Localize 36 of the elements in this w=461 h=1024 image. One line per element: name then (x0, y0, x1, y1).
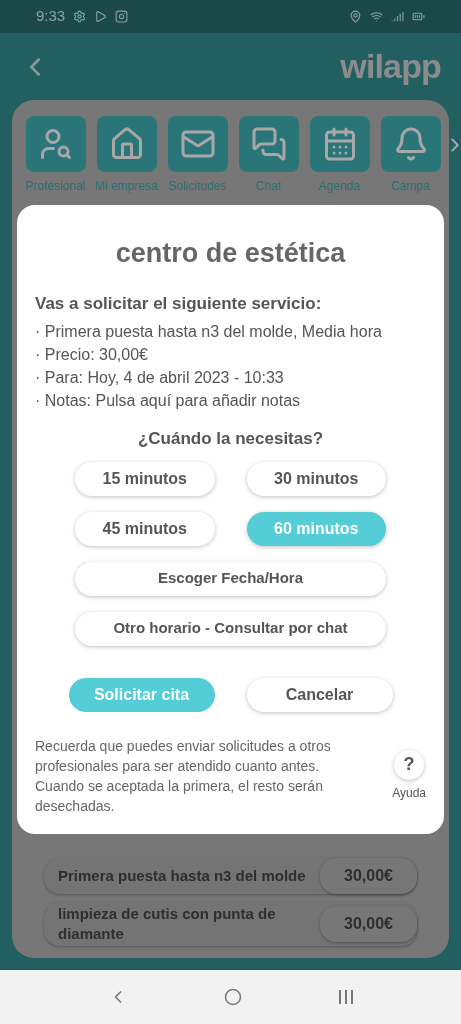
camera-icon (115, 10, 129, 23)
schedule-option[interactable]: Otro horario - Consultar por chat (75, 611, 386, 646)
question-label: ¿Cuándo la necesitas? (136, 428, 325, 450)
schedule-option[interactable]: Escoger Fecha/Hora (75, 561, 386, 596)
duration-option[interactable]: 15 minutos (75, 461, 215, 496)
info-text: Recuerda que puedes enviar solicitudes a otros profesionales para ser atendido cuanto antes. Cuando se aceptada la primera, el resto serán desechadas. (35, 736, 332, 816)
location-icon (349, 10, 362, 23)
help-button[interactable]: ? (394, 749, 425, 780)
detail-line: · Precio: 30,00€ (35, 345, 149, 365)
service-price: 30,00€ (320, 906, 417, 942)
play-icon (94, 10, 108, 23)
duration-option[interactable]: 60 minutos (246, 511, 386, 546)
submit-button[interactable]: Solicitar cita (68, 677, 215, 712)
service-row[interactable]: limpieza de cutis con punta de diamante 30,00€ (44, 902, 417, 946)
nav-recents-icon[interactable] (338, 990, 353, 1004)
service-name: limpieza de cutis con punta de diamante (58, 904, 277, 944)
detail-line: · Primera puesta hasta n3 del molde, Media hora (35, 322, 383, 342)
signal-icon (391, 10, 404, 23)
dialog-subtitle: Vas a solicitar el siguiente servicio: (35, 292, 323, 315)
service-price: 30,00€ (320, 858, 417, 894)
duration-option[interactable]: 30 minutos (246, 461, 386, 496)
settings-icon (73, 10, 87, 23)
service-row[interactable]: Primera puesta hasta n3 del molde 30,00€ (44, 858, 417, 894)
chat-icon (250, 126, 287, 162)
cancel-button[interactable]: Cancelar (246, 677, 393, 712)
dialog-title: centro de estética (114, 237, 347, 270)
battery-icon (412, 10, 425, 23)
status-time: 9:33 (36, 6, 66, 27)
duration-option[interactable]: 45 minutos (75, 511, 215, 546)
nav-home-icon[interactable] (224, 988, 243, 1006)
detail-line: · Para: Hoy, 4 de abril 2023 - 10:33 (35, 368, 285, 388)
service-name: Primera puesta hasta n3 del molde (58, 866, 307, 886)
logo: wilapp (340, 46, 441, 87)
help-label: Ayuda (392, 784, 426, 802)
detail-line[interactable]: · Notas: Pulsa aquí para añadir notas (35, 389, 426, 412)
wifi-icon (370, 10, 383, 23)
